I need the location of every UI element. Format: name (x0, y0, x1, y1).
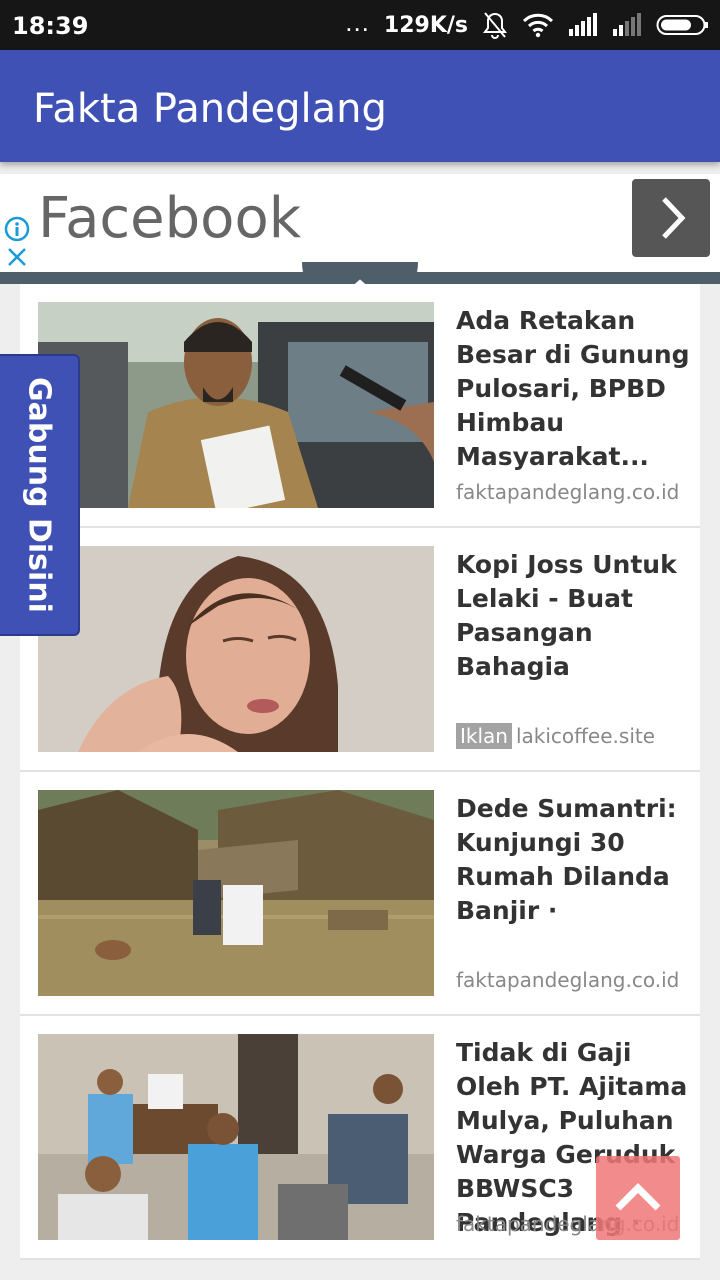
article-headline[interactable]: Kopi Joss Untuk Lelaki - Buat Pasangan B… (456, 548, 692, 684)
official-with-documents-photo[interactable] (38, 302, 434, 508)
article-source: Iklan lakicoffee.site (456, 723, 656, 749)
article-headline[interactable]: Dede Sumantri: Kunjungi 30 Rumah Dilanda… (456, 792, 692, 928)
article-card[interactable]: Ada Retakan Besar di Gunung Pulosari, BP… (20, 284, 700, 528)
page-title: Fakta Pandeglang (33, 86, 387, 132)
status-bar: 18:39 ... 129K/s (0, 0, 720, 50)
ad-badge: Iklan (456, 723, 512, 749)
app-bar: Fakta Pandeglang (0, 50, 720, 162)
article-source: faktapandeglang.co.id (456, 968, 680, 992)
join-side-tab-label: Gabung Disini (21, 377, 57, 613)
ad-source: lakicoffee.site (515, 724, 656, 748)
network-speed: 129K/s (383, 12, 468, 38)
battery-icon (656, 15, 708, 35)
ad-title[interactable]: Facebook (38, 186, 301, 251)
article-source: faktapandeglang.co.id (456, 480, 680, 504)
article-feed: Ada Retakan Besar di Gunung Pulosari, BP… (20, 284, 700, 1260)
meeting-room-photo[interactable] (38, 1034, 434, 1240)
ad-open-button[interactable] (632, 179, 710, 257)
article-headline[interactable]: Ada Retakan Besar di Gunung Pulosari, BP… (456, 304, 692, 474)
status-time: 18:39 (12, 12, 89, 40)
scroll-to-top-button[interactable] (596, 1156, 680, 1240)
notification-dots: ... (345, 7, 370, 37)
wifi-icon (522, 13, 554, 38)
join-side-tab[interactable]: Gabung Disini (0, 354, 80, 636)
signal-icon (569, 13, 597, 36)
article-card[interactable]: Dede Sumantri: Kunjungi 30 Rumah Dilanda… (20, 772, 700, 1016)
woman-portrait-photo[interactable] (38, 546, 434, 752)
chevron-right-icon (662, 197, 686, 239)
chevron-up-icon (615, 1183, 661, 1211)
signal-weak-icon (613, 13, 641, 36)
ad-banner[interactable]: Facebook (0, 174, 720, 272)
muted-bell-icon (483, 12, 507, 39)
ad-close-icon[interactable] (6, 246, 28, 268)
sponsored-card[interactable]: Kopi Joss Untuk Lelaki - Buat Pasangan B… (20, 528, 700, 772)
ad-info-icon[interactable] (4, 216, 30, 242)
flooded-village-photo[interactable] (38, 790, 434, 996)
